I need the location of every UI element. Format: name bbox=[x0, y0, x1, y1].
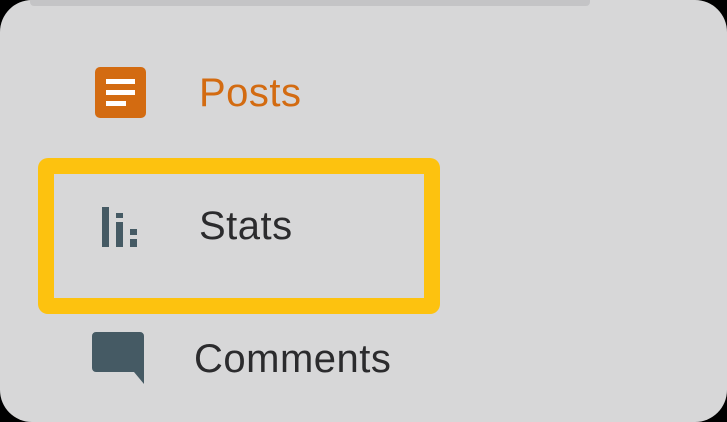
menu-item-posts[interactable]: Posts bbox=[0, 40, 727, 150]
menu-item-label: Posts bbox=[199, 71, 302, 115]
menu-panel: Posts Stats Comments bbox=[0, 0, 727, 422]
menu-item-label: Stats bbox=[199, 204, 293, 248]
divider bbox=[30, 0, 590, 6]
menu-item-comments[interactable]: Comments bbox=[0, 300, 727, 410]
stats-icon bbox=[102, 207, 137, 247]
posts-icon bbox=[95, 67, 146, 118]
menu-item-label: Comments bbox=[194, 337, 392, 381]
comments-icon bbox=[92, 332, 144, 384]
menu-item-stats[interactable]: Stats bbox=[0, 165, 727, 275]
